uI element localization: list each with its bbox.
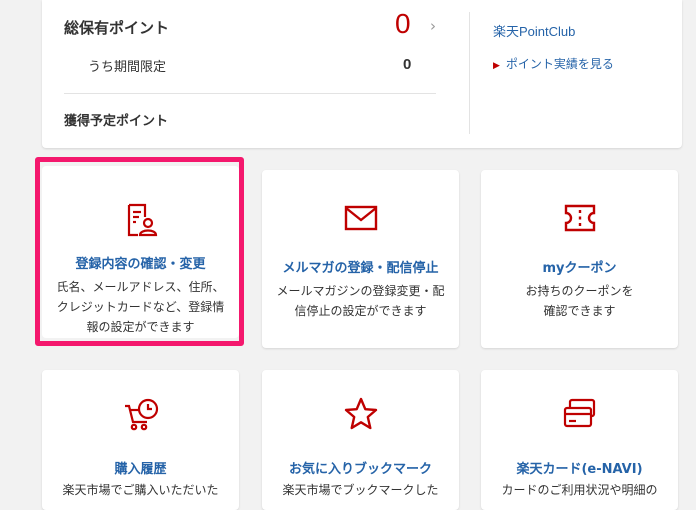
limited-points-label: うち期間限定 <box>88 60 167 75</box>
profile-document-icon <box>42 202 239 238</box>
envelope-icon <box>262 200 459 236</box>
total-points-value: 0 <box>395 8 411 39</box>
tile-rakuten-card[interactable]: 楽天カード(e-NAVI) カードのご利用状況や明細の <box>481 370 678 510</box>
tile-title: myクーポン <box>542 261 617 276</box>
chevron-right-icon[interactable]: › <box>430 17 436 35</box>
tile-newsletter[interactable]: メルマガの登録・配信停止 メールマガジンの登録変更・配信停止の設定ができます <box>262 170 459 348</box>
pending-points-label: 獲得予定ポイント <box>64 114 169 129</box>
tile-description: カードのご利用状況や明細の <box>501 483 658 497</box>
tile-title: メルマガの登録・配信停止 <box>282 261 439 276</box>
point-club-link[interactable]: 楽天PointClub <box>493 21 575 40</box>
tile-description: 楽天市場でブックマークした <box>282 483 439 497</box>
tile-description: 氏名、メールアドレス、住所、クレジットカードなど、登録情報の設定ができます <box>56 280 225 334</box>
tile-title: 楽天カード(e-NAVI) <box>516 462 643 477</box>
point-history-link[interactable]: ▶ ポイント実績を見る <box>493 55 614 72</box>
points-summary-card: 総保有ポイント 0 › うち期間限定 0 獲得予定ポイント 楽天PointClu… <box>42 0 682 148</box>
cart-clock-icon <box>42 396 239 432</box>
credit-card-icon <box>481 396 678 432</box>
tile-bookmarks[interactable]: お気に入りブックマーク 楽天市場でブックマークした <box>262 370 459 510</box>
vertical-divider <box>469 12 470 134</box>
tile-title: お気に入りブックマーク <box>288 462 432 477</box>
coupon-ticket-icon <box>481 200 678 236</box>
tile-description: お持ちのクーポンを確認できます <box>525 284 634 318</box>
triangle-right-icon: ▶ <box>493 61 500 71</box>
points-main-panel[interactable]: 総保有ポイント 0 › うち期間限定 0 獲得予定ポイント <box>42 0 469 148</box>
tile-description: メールマガジンの登録変更・配信停止の設定ができます <box>276 284 445 318</box>
limited-points-value: 0 <box>403 56 412 73</box>
tile-title: 購入履歴 <box>114 462 167 477</box>
tile-my-coupon[interactable]: myクーポン お持ちのクーポンを確認できます <box>481 170 678 348</box>
tile-purchase-history[interactable]: 購入履歴 楽天市場でご購入いただいた <box>42 370 239 510</box>
tile-registration-info[interactable]: 登録内容の確認・変更 氏名、メールアドレス、住所、クレジットカードなど、登録情報… <box>42 166 239 338</box>
tile-description: 楽天市場でご購入いただいた <box>62 483 219 497</box>
point-history-link-label: ポイント実績を見る <box>505 57 614 71</box>
tile-title: 登録内容の確認・変更 <box>75 257 206 272</box>
total-points-label: 総保有ポイント <box>64 19 170 37</box>
divider <box>64 93 436 94</box>
star-icon <box>262 396 459 432</box>
